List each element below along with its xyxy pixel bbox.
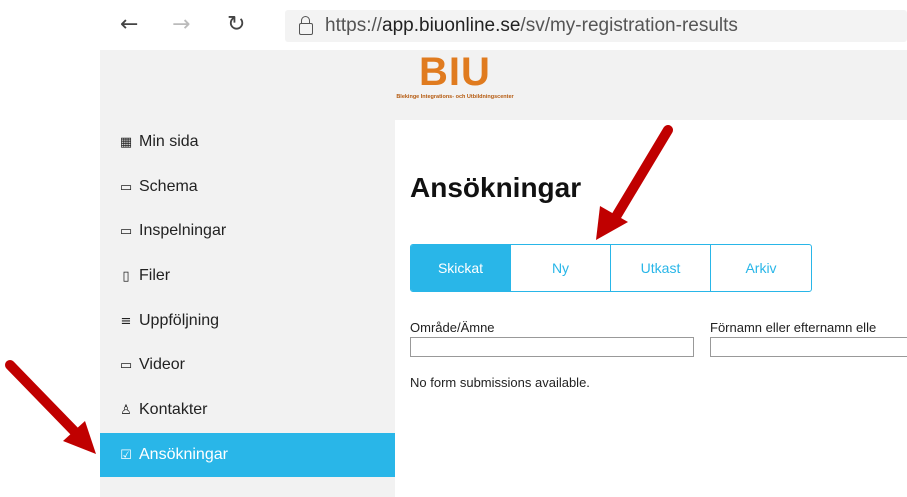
annotation-arrows: [5, 125, 673, 454]
arrow-to-ny-tab: [596, 125, 673, 240]
arrow-to-ansokningar: [5, 360, 96, 454]
